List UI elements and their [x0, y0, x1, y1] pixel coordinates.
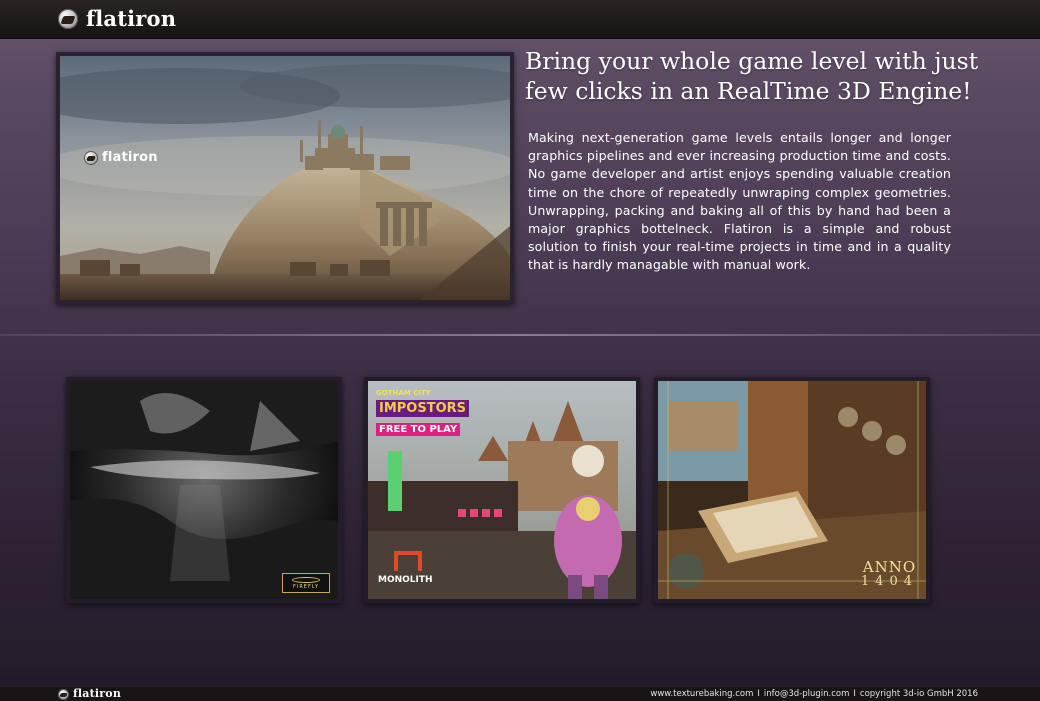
game-title-line3: FREE TO PLAY [376, 423, 461, 436]
gotham-impostors-logo: GOTHAM CITY IMPOSTORS FREE TO PLAY [376, 389, 470, 436]
firefly-badge-text: FIREFLY [292, 583, 320, 590]
footer-separator: I [853, 689, 856, 699]
website-link[interactable]: www.texturebaking.com [650, 689, 753, 699]
game-title-line2: IMPOSTORS [376, 400, 470, 417]
anno-1404-badge: ANNO 1404 [861, 560, 918, 589]
footer-brand-name: flatiron [73, 687, 122, 700]
flatiron-logo-icon [84, 150, 98, 165]
firefly-badge: FIREFLY [282, 573, 330, 593]
flatiron-logo-icon [58, 688, 69, 700]
anno-badge-line1: ANNO [862, 558, 917, 576]
anno-badge-line2: 1404 [860, 574, 918, 589]
section-divider [0, 334, 1040, 336]
monolith-logo-icon [394, 551, 422, 571]
desert-citadel-render [60, 56, 510, 300]
showcase-image-firefly[interactable]: FIREFLY [70, 381, 338, 599]
footer-separator: I [757, 689, 760, 699]
hero-image-frame: flatiron [56, 52, 514, 304]
showcase-image-anno-1404[interactable]: ANNO 1404 [658, 381, 926, 599]
page-headline: Bring your whole game level with just fe… [525, 47, 979, 105]
footer-logo[interactable]: flatiron [58, 688, 121, 700]
showcase-image-gotham-impostors[interactable]: GOTHAM CITY IMPOSTORS FREE TO PLAY MONOL… [368, 381, 636, 599]
monolith-badge-text: MONOLITH [378, 575, 433, 585]
intro-paragraph: Making next-generation game levels entai… [528, 130, 951, 273]
hero-watermark-text: flatiron [102, 150, 158, 165]
showcase-item-firefly: FIREFLY [66, 377, 342, 603]
brand-logo[interactable]: flatiron [58, 8, 176, 30]
hero-watermark-logo: flatiron [84, 150, 158, 165]
footer-links: www.texturebaking.com Iinfo@3d-plugin.com… [650, 688, 978, 700]
cave-render [70, 381, 338, 599]
top-bar: flatiron [0, 0, 1040, 39]
email-link[interactable]: info@3d-plugin.com [764, 689, 849, 699]
hero-image[interactable]: flatiron [60, 56, 510, 300]
monolith-badge: MONOLITH [378, 551, 448, 585]
copyright-text: copyright 3d-io GmbH 2016 [859, 689, 978, 699]
brand-name: flatiron [86, 6, 177, 31]
showcase-item-anno-1404: ANNO 1404 [654, 377, 930, 603]
firefly-emblem-icon [292, 576, 320, 583]
footer: flatiron www.texturebaking.com Iinfo@3d-p… [0, 686, 1040, 701]
flatiron-logo-icon [58, 9, 78, 29]
game-title-line1: GOTHAM CITY [376, 389, 431, 397]
showcase-item-gotham-impostors: GOTHAM CITY IMPOSTORS FREE TO PLAY MONOL… [364, 377, 640, 603]
